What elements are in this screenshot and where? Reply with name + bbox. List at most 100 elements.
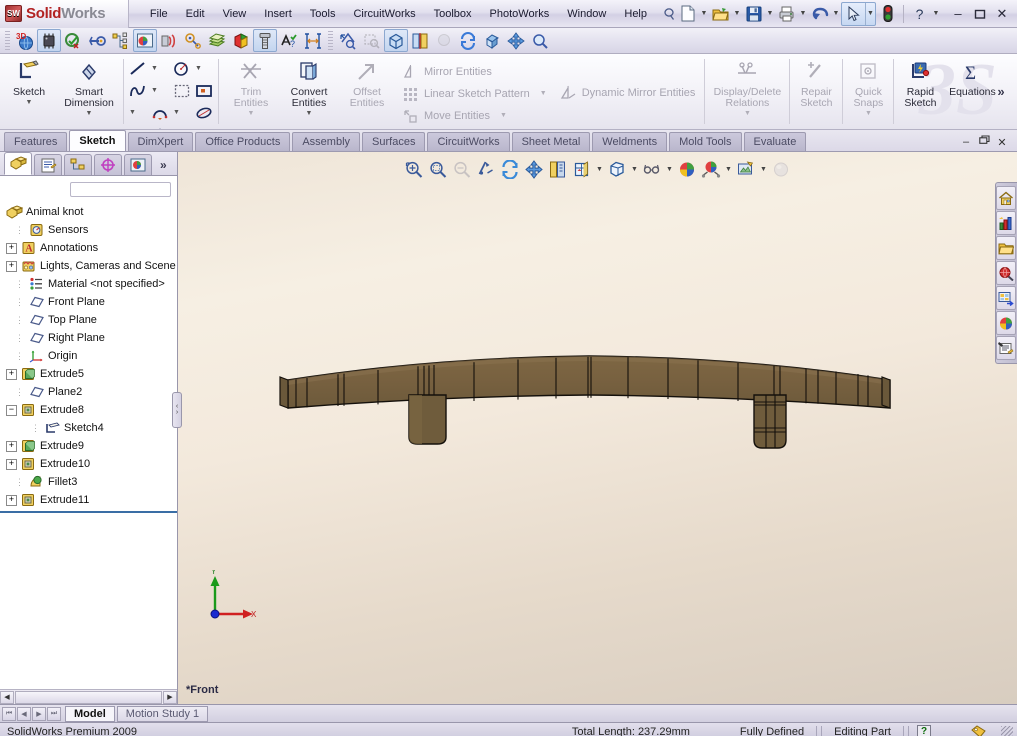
design-library-button[interactable] [996, 211, 1016, 235]
tree-item-animal-knot[interactable]: Animal knot [0, 203, 177, 221]
rollback-bar[interactable] [0, 511, 177, 513]
simulation-tree-icon[interactable] [109, 29, 133, 52]
application-logo[interactable]: SW SolidWorks [0, 0, 129, 28]
feature-tree-horizontal-scrollbar[interactable]: ◀ ▶ [0, 689, 177, 704]
tab-features[interactable]: Features [4, 132, 68, 151]
arc-dropdown[interactable]: ▼ [171, 102, 182, 123]
menu-window[interactable]: Window [558, 4, 615, 24]
trim-entities-button[interactable]: Trim Entities ▼ [222, 54, 280, 129]
ribbon-overflow-button[interactable]: » [997, 84, 1004, 129]
tab-circuitworks[interactable]: CircuitWorks [427, 132, 510, 151]
section-view-icon[interactable] [474, 158, 498, 180]
zoom-previous-icon[interactable] [450, 158, 474, 180]
new-doc-icon[interactable] [676, 3, 699, 25]
traffic-light-icon[interactable] [876, 3, 899, 25]
menu-tools[interactable]: Tools [301, 4, 345, 24]
expander-plus[interactable]: + [6, 260, 17, 272]
expander-minus[interactable]: − [6, 404, 17, 416]
realview-sphere-icon[interactable] [769, 158, 793, 180]
tab-sketch[interactable]: Sketch [69, 130, 126, 151]
menu-insert[interactable]: Insert [255, 4, 301, 24]
configuration-manager-tab[interactable] [64, 154, 92, 175]
trim-dropdown-arrow[interactable]: ▼ [248, 110, 255, 117]
tree-item-top-plane[interactable]: ⋮ Top Plane [0, 311, 177, 329]
zoom-area-icon[interactable] [360, 29, 384, 52]
move-entities-item[interactable]: Move Entities ▼ [398, 105, 551, 127]
tree-item-extrude10[interactable]: + Extrude10 [0, 455, 177, 473]
tab-sheet-metal[interactable]: Sheet Metal [511, 132, 591, 151]
tab-dimxpert[interactable]: DimXpert [127, 132, 194, 151]
tree-item-sensors[interactable]: ⋮ Sensors [0, 221, 177, 239]
display-manager-tab[interactable] [124, 154, 152, 175]
tab-weldments[interactable]: Weldments [592, 132, 668, 151]
undo-arrow-icon[interactable] [808, 3, 831, 25]
menu-file[interactable]: File [141, 4, 177, 24]
rapid-sketch-button[interactable]: Rapid Sketch [897, 54, 943, 129]
sketch-dropdown-arrow[interactable]: ▼ [26, 99, 33, 106]
sketch-button[interactable]: Sketch ▼ [0, 54, 58, 129]
move-entities-dropdown[interactable]: ▼ [500, 112, 507, 119]
graphics-viewport[interactable]: ▼ ▼ ▼ ▼ ▼ Y X *Front [178, 152, 1017, 704]
tab-evaluate[interactable]: Evaluate [743, 132, 807, 151]
tree-item-lights-cameras-scene[interactable]: + Lights, Cameras and Scene [0, 257, 177, 275]
cursor-arrow-icon[interactable] [842, 3, 865, 25]
section-view-icon[interactable] [408, 29, 432, 52]
prev-tab-button[interactable]: ◀ [17, 706, 31, 721]
equations-button[interactable]: Σ Equations [943, 54, 1001, 129]
linear-sketch-pattern-item[interactable]: Linear Sketch Pattern ▼ [398, 83, 551, 105]
tree-item-plane2[interactable]: ⋮ Plane2 [0, 383, 177, 401]
slot-dropdown[interactable]: ▼ [193, 124, 204, 129]
relations-dropdown-arrow[interactable]: ▼ [744, 110, 751, 117]
circle-icon[interactable] [171, 58, 193, 79]
bottom-tab-motion-study[interactable]: Motion Study 1 [116, 705, 209, 722]
tree-item-right-plane[interactable]: ⋮ Right Plane [0, 329, 177, 347]
convert-dropdown-arrow[interactable]: ▼ [306, 110, 313, 117]
hide-show-dropdown[interactable]: ▼ [664, 158, 675, 180]
close-doc-button[interactable]: ✕ [993, 136, 1011, 149]
resize-grip[interactable] [1001, 725, 1013, 736]
zoom-to-fit-icon[interactable] [336, 29, 360, 52]
printer-icon[interactable] [775, 3, 798, 25]
slot-icon[interactable] [171, 124, 193, 129]
display-style-dropdown[interactable]: ▼ [629, 158, 640, 180]
expander-plus[interactable]: + [6, 242, 17, 254]
rectangle-dropdown[interactable]: ▼ [127, 102, 138, 123]
minimize-doc-button[interactable]: – [957, 136, 975, 148]
print-dropdown[interactable]: ▼ [798, 3, 808, 25]
drawing-view-icon[interactable] [546, 158, 570, 180]
view-orientation-dropdown[interactable]: ▼ [594, 158, 605, 180]
dashed-rect-icon[interactable] [171, 80, 193, 101]
scene-dropdown[interactable]: ▼ [723, 158, 734, 180]
close-window-button[interactable]: ✕ [991, 3, 1013, 25]
appearance-sphere-icon[interactable] [675, 158, 699, 180]
expander-plus[interactable]: + [6, 494, 17, 506]
toolbar-grip[interactable] [5, 30, 10, 51]
scroll-right-button[interactable]: ▶ [163, 690, 177, 704]
display-style-cube-icon[interactable] [605, 158, 629, 180]
save-disk-icon[interactable] [742, 3, 765, 25]
ellipse-dropdown[interactable]: ▼ [127, 124, 138, 129]
view-settings-icon[interactable] [734, 158, 758, 180]
smart-dimension-button[interactable]: Smart Dimension ▼ [58, 54, 120, 129]
tree-item-extrude9[interactable]: + Extrude9 [0, 437, 177, 455]
toolbox-fastener-icon[interactable] [253, 29, 277, 52]
tab-surfaces[interactable]: Surfaces [362, 132, 426, 151]
pushpin-icon[interactable] [662, 7, 676, 21]
quick-snaps-button[interactable]: Quick Snaps ▼ [846, 54, 890, 129]
line-icon[interactable] [127, 58, 149, 79]
dynamic-mirror-entities-item[interactable]: Dynamic Mirror Entities [555, 82, 700, 104]
restore-doc-button[interactable] [975, 135, 993, 149]
solidworks-resources-button[interactable] [996, 186, 1016, 210]
feature-manager-tab[interactable] [4, 152, 32, 175]
route-point-icon[interactable] [85, 29, 109, 52]
feature-tree-filter-input[interactable] [70, 182, 171, 197]
ellipse-icon[interactable] [193, 102, 215, 123]
magnifier-icon[interactable] [528, 29, 552, 52]
first-tab-button[interactable]: ⏮ [2, 706, 16, 721]
panel-splitter-handle[interactable]: ‹ › [172, 392, 182, 428]
tab-mold-tools[interactable]: Mold Tools [669, 132, 742, 151]
toolbar-grip-2[interactable] [328, 30, 333, 51]
scroll-left-button[interactable]: ◀ [0, 690, 14, 704]
last-tab-button[interactable]: ⏭ [47, 706, 61, 721]
question-mark-icon[interactable]: ? [908, 3, 931, 25]
